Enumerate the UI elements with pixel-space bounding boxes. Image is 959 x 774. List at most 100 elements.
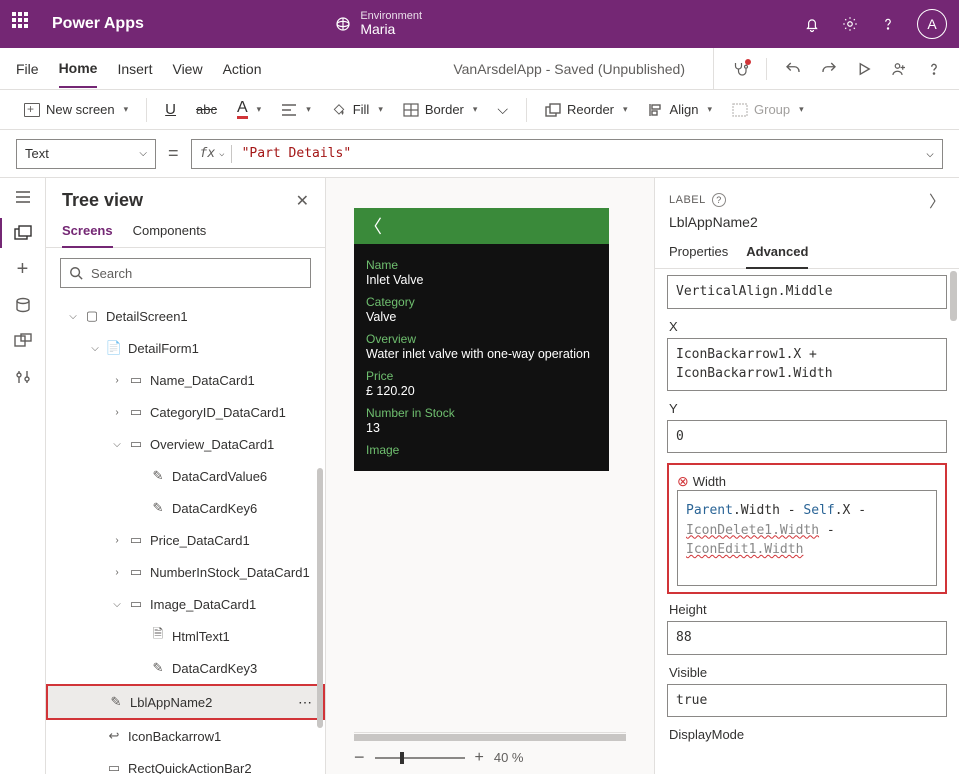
error-icon: ⊗ — [677, 473, 689, 490]
font-color-button[interactable]: A — [229, 96, 269, 123]
tree-node-categorycard[interactable]: ›▭CategoryID_DataCard1 — [46, 396, 325, 428]
tree-node-numbercard[interactable]: ›▭NumberInStock_DataCard1 — [46, 556, 325, 588]
environment-picker[interactable]: Environment Maria — [334, 10, 422, 37]
tree-scrollbar[interactable] — [317, 468, 323, 728]
menu-home[interactable]: Home — [59, 50, 98, 88]
properties-help-icon[interactable]: ? — [712, 193, 726, 207]
ribbon-expand-button[interactable]: ⌵ — [489, 97, 516, 122]
undo-icon[interactable] — [783, 60, 803, 78]
canvas-area: 〈 Name Inlet Valve Category Valve Overvi… — [326, 178, 654, 774]
fx-icon[interactable]: fx⌵ — [200, 146, 225, 161]
border-button[interactable]: Border — [395, 98, 486, 121]
tree-node-form[interactable]: ⌵📄DetailForm1 — [46, 332, 325, 364]
properties-panel: LABEL ? 〉 LblAppName2 Properties Advance… — [654, 178, 959, 774]
underline-button[interactable]: U — [157, 97, 184, 122]
tree-node-imagecard[interactable]: ⌵▭Image_DataCard1 — [46, 588, 325, 620]
tree-node-iconbackarrow1[interactable]: ↩IconBackarrow1 — [46, 720, 325, 752]
y-input[interactable]: 0 — [667, 420, 947, 454]
y-label: Y — [669, 401, 947, 416]
zoom-slider[interactable] — [375, 757, 465, 759]
tree-node-namecard[interactable]: ›▭Name_DataCard1 — [46, 364, 325, 396]
tree-close-icon[interactable]: ✕ — [296, 191, 309, 211]
tree-title: Tree view — [62, 190, 143, 211]
new-screen-button[interactable]: New screen — [16, 98, 136, 121]
tree-tab-screens[interactable]: Screens — [62, 217, 113, 248]
app-launcher-icon[interactable] — [12, 12, 36, 36]
tree-body: ⌵▢DetailScreen1 ⌵📄DetailForm1 ›▭Name_Dat… — [46, 298, 325, 774]
formula-value: "Part Details" — [242, 146, 352, 161]
properties-tab-properties[interactable]: Properties — [669, 238, 728, 268]
app-checker-icon[interactable] — [730, 60, 750, 78]
zoom-out-button[interactable]: − — [354, 747, 365, 768]
tree-node-datacardvalue6[interactable]: ✎DataCardValue6 — [46, 460, 325, 492]
canvas-horizontal-scrollbar[interactable] — [354, 732, 626, 741]
properties-control-name: LblAppName2 — [655, 212, 959, 238]
menu-view[interactable]: View — [172, 51, 202, 87]
height-input[interactable]: 88 — [667, 621, 947, 655]
properties-collapse-icon[interactable]: 〉 — [929, 188, 945, 212]
strikethrough-button[interactable]: abc — [188, 98, 225, 121]
phone-back-icon[interactable]: 〈 — [364, 213, 382, 239]
rail-hamburger-icon[interactable] — [14, 188, 32, 206]
align-button[interactable]: Align — [640, 98, 720, 121]
tree-node-rectquickactionbar2[interactable]: ▭RectQuickActionBar2 — [46, 752, 325, 774]
fill-icon — [331, 103, 347, 117]
align-icon — [648, 103, 664, 117]
zoom-in-button[interactable]: + — [475, 749, 484, 767]
tree-search-input[interactable]: Search — [60, 258, 311, 288]
preview-name-value: Inlet Valve — [366, 273, 597, 287]
rail-tree-view-icon[interactable] — [14, 224, 32, 242]
search-icon — [69, 266, 83, 280]
user-avatar[interactable]: A — [917, 9, 947, 39]
phone-preview[interactable]: 〈 Name Inlet Valve Category Valve Overvi… — [354, 208, 609, 471]
fill-button[interactable]: Fill — [323, 98, 391, 121]
preview-category-label: Category — [366, 295, 597, 309]
visible-label: Visible — [669, 665, 947, 680]
property-selector[interactable]: Text⌵ — [16, 139, 156, 169]
x-input[interactable]: IconBackarrow1.X + IconBackarrow1.Width — [667, 338, 947, 391]
tree-node-screen[interactable]: ⌵▢DetailScreen1 — [46, 300, 325, 332]
new-screen-icon — [24, 103, 40, 117]
text-align-button[interactable] — [273, 99, 319, 121]
tree-node-datacardkey3[interactable]: ✎DataCardKey3 — [46, 652, 325, 684]
displaymode-label: DisplayMode — [669, 727, 947, 742]
visible-input[interactable]: true — [667, 684, 947, 718]
properties-tab-advanced[interactable]: Advanced — [746, 238, 808, 269]
menu-bar: File Home Insert View Action VanArsdelAp… — [0, 48, 959, 90]
redo-icon[interactable] — [819, 60, 839, 78]
formula-input[interactable]: fx⌵ "Part Details" ⌵ — [191, 139, 943, 169]
menu-file[interactable]: File — [16, 51, 39, 87]
tree-tab-components[interactable]: Components — [133, 217, 207, 247]
ribbon: New screen U abc A Fill Border ⌵ Reorder… — [0, 90, 959, 130]
menu-insert[interactable]: Insert — [117, 51, 152, 87]
notifications-icon[interactable] — [803, 15, 821, 33]
rail-tools-icon[interactable] — [14, 368, 32, 386]
play-icon[interactable] — [855, 60, 873, 78]
tree-node-overviewcard[interactable]: ⌵▭Overview_DataCard1 — [46, 428, 325, 460]
group-icon — [732, 103, 748, 117]
menu-action[interactable]: Action — [223, 51, 262, 87]
tree-node-lblappname2[interactable]: ✎LblAppName2⋯ — [48, 686, 323, 718]
width-input[interactable]: Parent.Width - Self.X - IconDelete1.Widt… — [677, 490, 937, 586]
settings-icon[interactable] — [841, 15, 859, 33]
environment-name: Maria — [360, 21, 395, 37]
rail-data-icon[interactable] — [14, 296, 32, 314]
rail-insert-icon[interactable]: + — [14, 260, 32, 278]
help-menubar-icon[interactable] — [925, 60, 943, 78]
app-title: Power Apps — [52, 15, 144, 33]
tree-node-more-icon[interactable]: ⋯ — [298, 694, 313, 711]
zoom-controls: − + 40 % — [354, 741, 626, 768]
tree-node-pricecard[interactable]: ›▭Price_DataCard1 — [46, 524, 325, 556]
document-title: VanArsdelApp - Saved (Unpublished) — [453, 61, 685, 77]
tree-node-htmltext1[interactable]: 🗎HtmlText1 — [46, 620, 325, 652]
reorder-button[interactable]: Reorder — [537, 98, 636, 121]
tree-node-datacardkey6[interactable]: ✎DataCardKey6 — [46, 492, 325, 524]
group-button[interactable]: Group — [724, 98, 812, 121]
formula-expand-icon[interactable]: ⌵ — [926, 146, 934, 161]
verticalalign-input[interactable]: VerticalAlign.Middle — [667, 275, 947, 309]
rail-media-icon[interactable] — [14, 332, 32, 350]
share-icon[interactable] — [889, 60, 909, 78]
properties-scrollbar[interactable] — [950, 271, 957, 321]
phone-header-bar: 〈 — [354, 208, 609, 244]
help-icon[interactable] — [879, 15, 897, 33]
